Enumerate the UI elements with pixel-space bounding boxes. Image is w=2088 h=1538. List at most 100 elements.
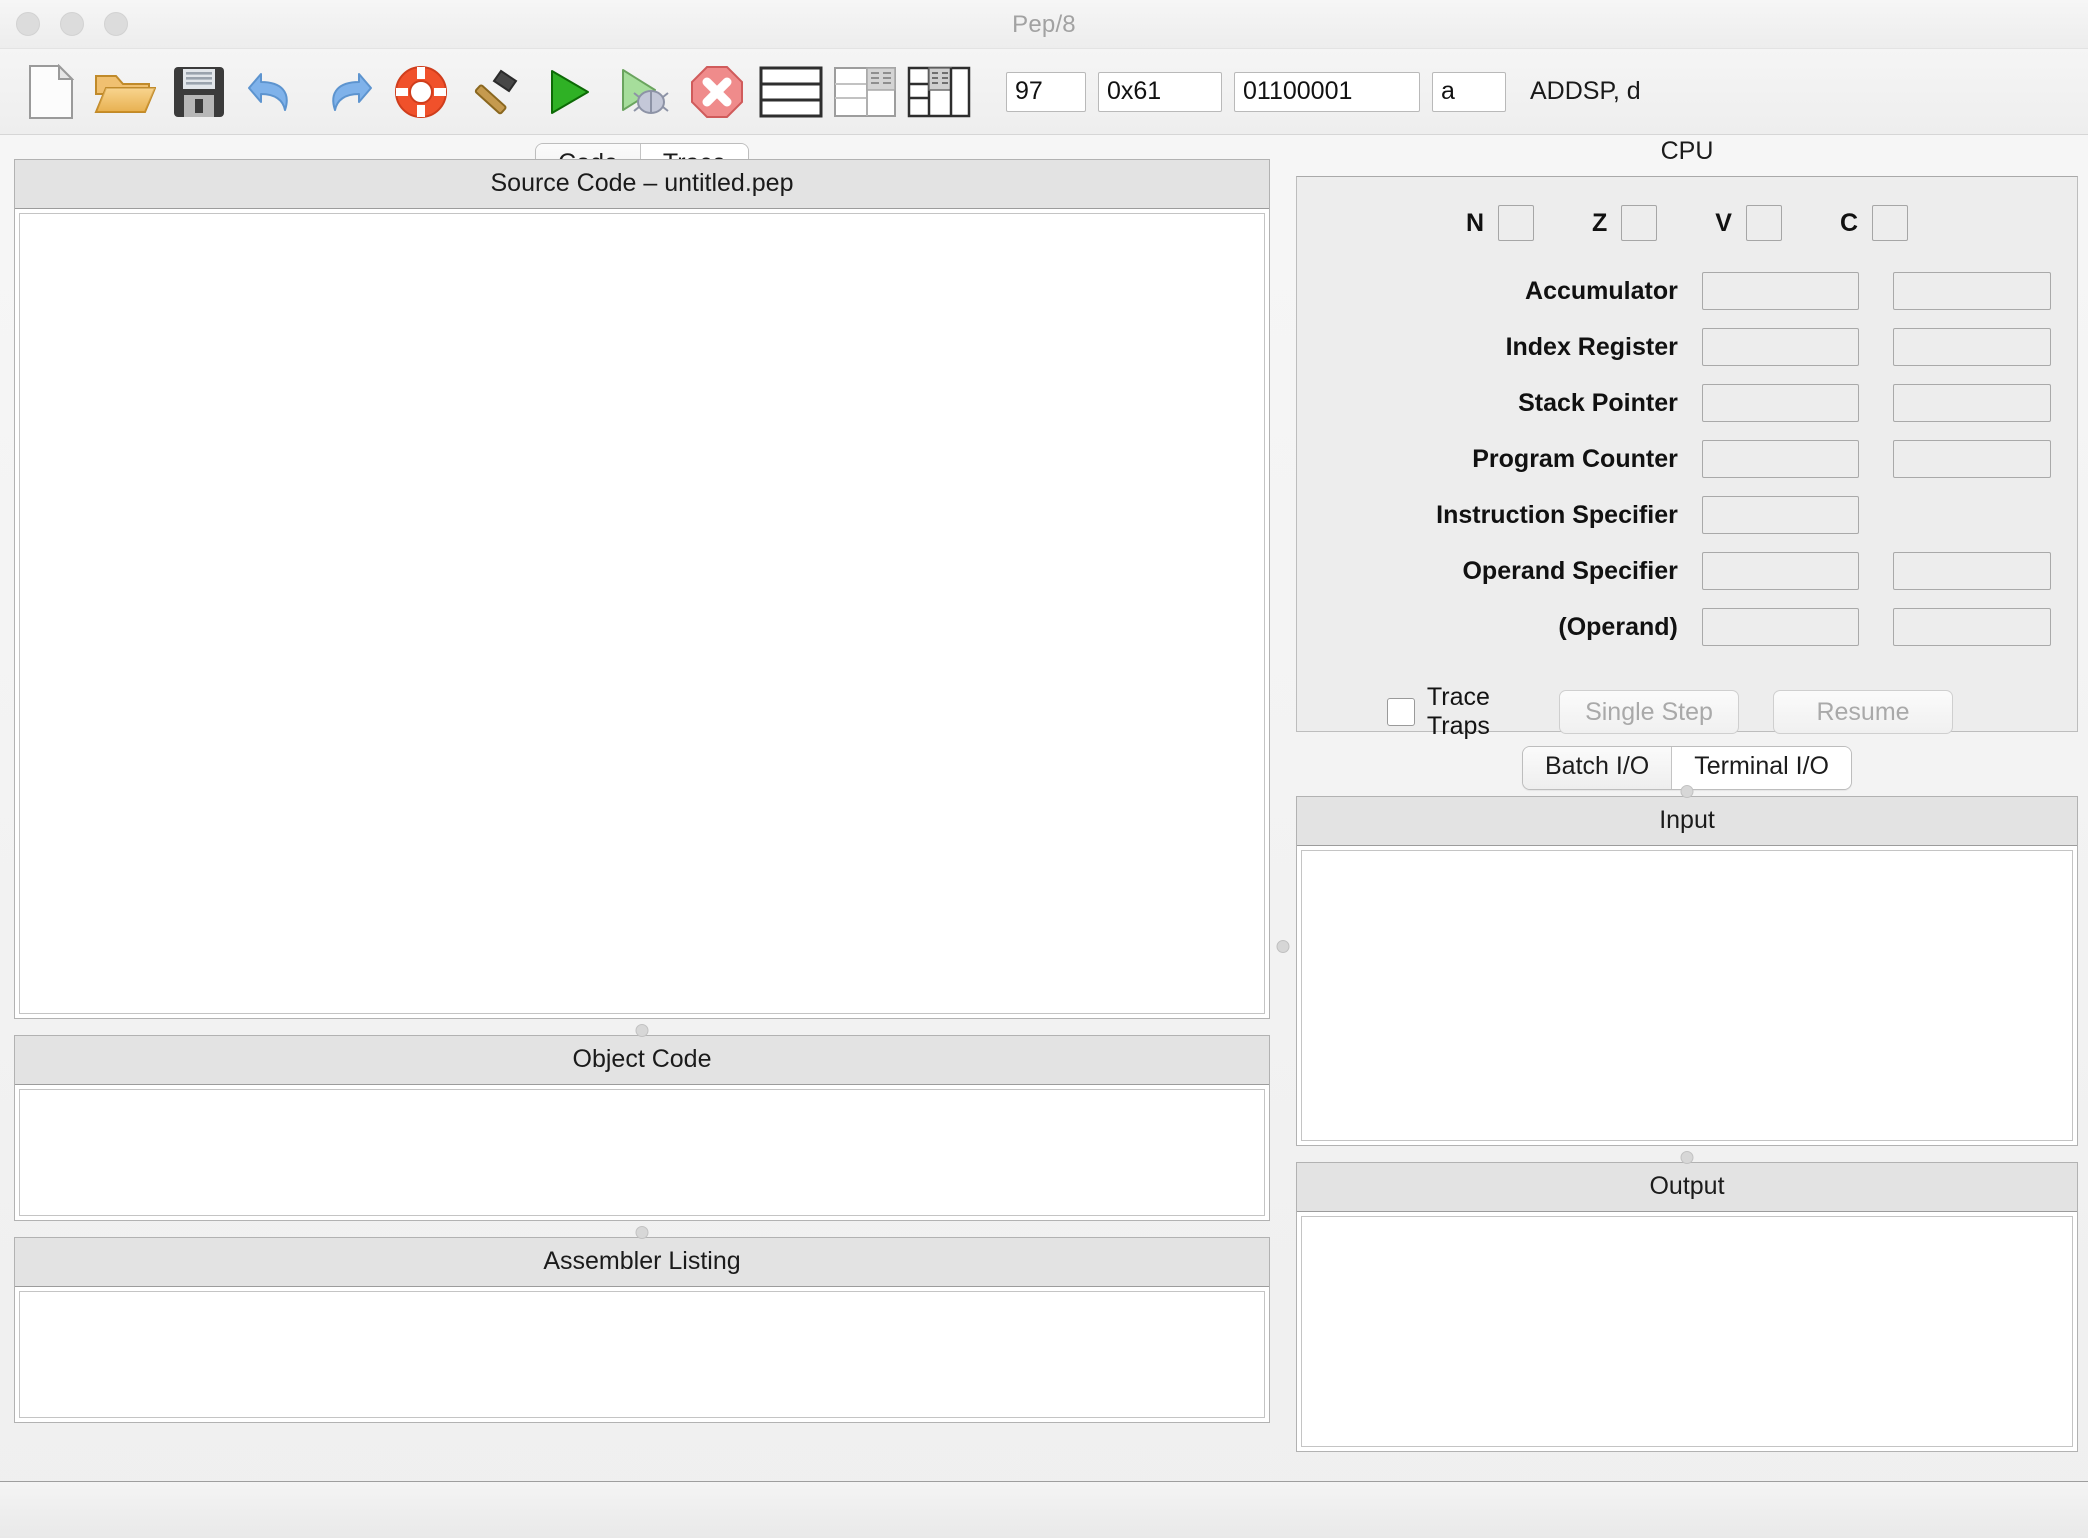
register-row-program-counter: Program Counter — [1323, 431, 2051, 487]
index-register-hex-field[interactable] — [1701, 328, 1860, 366]
output-splitter-grip[interactable] — [1680, 1151, 1694, 1164]
input-textarea[interactable] — [1301, 850, 2073, 1141]
flag-c-label: C — [1839, 208, 1859, 237]
register-row-stack-pointer: Stack Pointer — [1323, 375, 2051, 431]
open-folder-icon[interactable] — [88, 55, 162, 129]
layout-code-cpu-icon[interactable] — [828, 55, 902, 129]
layout-rows-icon[interactable] — [754, 55, 828, 129]
register-row-operand-specifier: Operand Specifier — [1323, 543, 2051, 599]
single-step-button[interactable]: Single Step — [1559, 690, 1739, 734]
lifesaver-icon[interactable] — [384, 55, 458, 129]
object-code-editor[interactable] — [19, 1089, 1265, 1216]
character-field[interactable]: a — [1432, 71, 1506, 112]
object-code-splitter-grip[interactable] — [635, 1024, 649, 1037]
register-row-operand: (Operand) — [1323, 599, 2051, 655]
register-row-accumulator: Accumulator — [1323, 263, 2051, 319]
output-textarea[interactable] — [1301, 1216, 2073, 1447]
binary-field[interactable]: 01100001 — [1234, 71, 1420, 112]
hex-field[interactable]: 0x61 — [1098, 71, 1222, 112]
tab-batch-io[interactable]: Batch I/O — [1523, 747, 1672, 789]
output-header: Output — [1297, 1151, 2077, 1212]
operand-specifier-hex-field[interactable] — [1701, 552, 1860, 590]
debug-play-bug-icon[interactable] — [606, 55, 680, 129]
source-code-pane: Source Code – untitled.pep — [14, 159, 1270, 1019]
input-title: Input — [1659, 806, 1715, 834]
register-row-instruction-specifier: Instruction Specifier — [1323, 487, 2051, 543]
io-tabs: Batch I/O Terminal I/O — [1296, 746, 2078, 790]
index-register-label: Index Register — [1505, 332, 1678, 361]
trace-traps-checkbox-box[interactable] — [1387, 698, 1415, 726]
program-counter-hex-field[interactable] — [1701, 440, 1860, 478]
left-panels-column: Source Code – untitled.pep Object Code A… — [14, 159, 1270, 1423]
trace-traps-label: Trace Traps — [1426, 683, 1490, 740]
operand-dec-field[interactable] — [1893, 608, 2051, 646]
flag-n-value[interactable] — [1498, 205, 1535, 241]
object-code-header: Object Code — [15, 1024, 1269, 1085]
flag-z: Z — [1592, 205, 1658, 241]
input-splitter-grip[interactable] — [1680, 785, 1694, 798]
instruction-specifier-label: Instruction Specifier — [1436, 500, 1678, 529]
window-titlebar: Pep/8 — [0, 0, 2088, 49]
layout-code-cpu-memory-icon[interactable] — [902, 55, 976, 129]
accumulator-hex-field[interactable] — [1701, 272, 1860, 310]
status-bar — [0, 1481, 2088, 1538]
operand-label: (Operand) — [1558, 612, 1678, 641]
object-code-title: Object Code — [572, 1045, 712, 1073]
tab-terminal-io[interactable]: Terminal I/O — [1671, 747, 1851, 789]
run-play-icon[interactable] — [532, 55, 606, 129]
source-code-header: Source Code – untitled.pep — [15, 160, 1269, 209]
output-title: Output — [1649, 1172, 1725, 1200]
hammer-icon[interactable] — [458, 55, 532, 129]
trace-traps-checkbox[interactable]: Trace Traps — [1323, 683, 1559, 741]
flag-n-label: N — [1465, 208, 1485, 237]
main-content-area: Code Trace Source Code – untitled.pep Ob… — [0, 135, 2088, 1452]
stack-pointer-label: Stack Pointer — [1518, 388, 1678, 417]
cpu-title: CPU — [1660, 137, 1714, 165]
instruction-specifier-field[interactable] — [1701, 496, 1860, 534]
vertical-splitter-grip[interactable] — [1276, 940, 1290, 953]
flag-v: V — [1715, 205, 1782, 241]
source-code-title: Source Code – untitled.pep — [490, 169, 794, 197]
decimal-field[interactable]: 97 — [1006, 71, 1086, 112]
input-pane: Input — [1296, 785, 2078, 1146]
stop-debugging-icon[interactable] — [680, 55, 754, 129]
program-counter-label: Program Counter — [1472, 444, 1678, 473]
object-code-pane: Object Code — [14, 1024, 1270, 1221]
assembler-listing-view[interactable] — [19, 1291, 1265, 1418]
output-pane: Output — [1296, 1151, 2078, 1452]
new-file-icon[interactable] — [14, 55, 88, 129]
pep8-application-window: Pep/8 97 0x61 01100001 a ADDSP, d Source… — [0, 0, 2088, 1538]
assembler-listing-splitter-grip[interactable] — [635, 1226, 649, 1239]
cpu-panel: CPU N Z V C Accumulator Index Register S… — [1296, 135, 2078, 740]
cpu-registers-box: N Z V C Accumulator Index Register Stack… — [1296, 176, 2078, 740]
flag-c: C — [1839, 205, 1909, 241]
flag-z-value[interactable] — [1621, 205, 1658, 241]
assembler-listing-pane: Assembler Listing — [14, 1226, 1270, 1423]
operand-specifier-label: Operand Specifier — [1462, 556, 1678, 585]
index-register-dec-field[interactable] — [1893, 328, 2051, 366]
right-panels-column: CPU N Z V C Accumulator Index Register S… — [1296, 135, 2078, 1452]
resume-button[interactable]: Resume — [1773, 690, 1953, 734]
redo-arrow-icon[interactable] — [310, 55, 384, 129]
flag-n: N — [1465, 205, 1535, 241]
assembler-listing-title: Assembler Listing — [543, 1247, 741, 1275]
operand-specifier-dec-field[interactable] — [1893, 552, 2051, 590]
source-code-editor[interactable] — [19, 213, 1265, 1014]
main-toolbar: 97 0x61 01100001 a ADDSP, d — [0, 49, 2088, 135]
byte-converter-group: 97 0x61 01100001 a ADDSP, d — [1006, 71, 1641, 112]
program-counter-dec-field[interactable] — [1893, 440, 2051, 478]
flag-z-label: Z — [1592, 208, 1608, 237]
input-header: Input — [1297, 785, 2077, 846]
flag-v-value[interactable] — [1745, 205, 1782, 241]
window-title: Pep/8 — [1012, 11, 1076, 38]
accumulator-dec-field[interactable] — [1893, 272, 2051, 310]
operand-hex-field[interactable] — [1701, 608, 1860, 646]
stack-pointer-dec-field[interactable] — [1893, 384, 2051, 422]
undo-arrow-icon[interactable] — [236, 55, 310, 129]
flag-c-value[interactable] — [1872, 205, 1909, 241]
assembler-listing-header: Assembler Listing — [15, 1226, 1269, 1287]
mnemonic-label: ADDSP, d — [1530, 77, 1641, 105]
save-floppy-icon[interactable] — [162, 55, 236, 129]
vertical-splitter[interactable] — [1272, 435, 1294, 953]
stack-pointer-hex-field[interactable] — [1701, 384, 1860, 422]
